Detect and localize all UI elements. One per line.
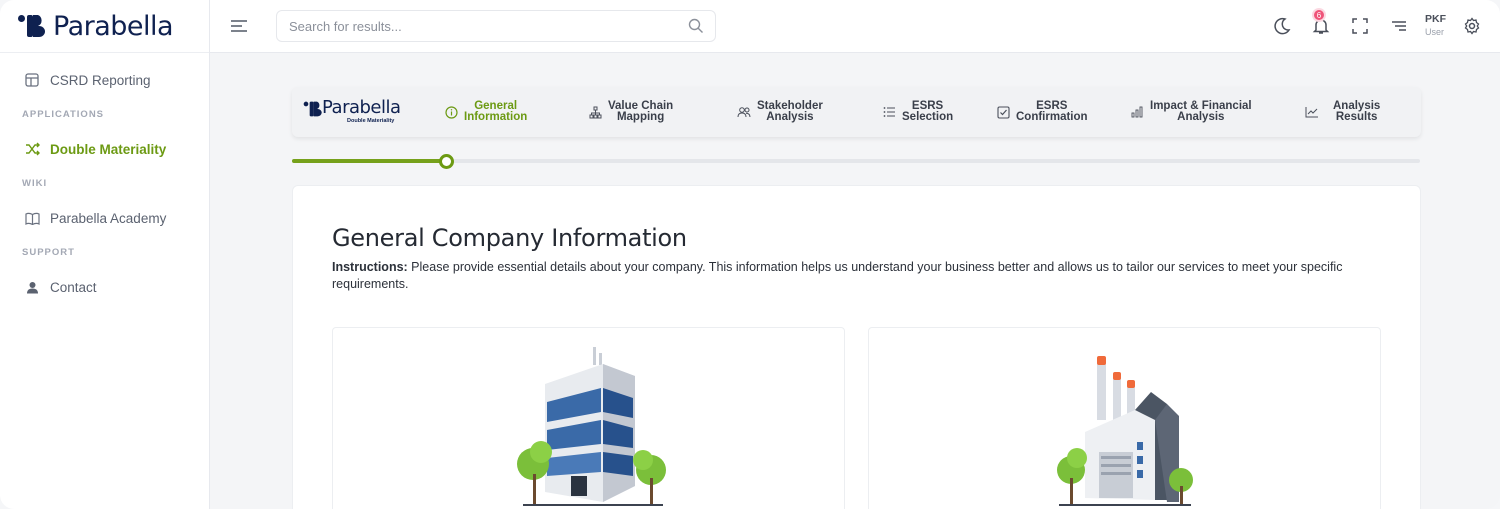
general-info-card: General Company Information Instructions… bbox=[292, 185, 1421, 509]
notification-count-badge: 6 bbox=[1312, 8, 1326, 22]
step-analysis-results[interactable]: Analysis Results bbox=[1305, 87, 1380, 137]
sidebar-item-contact[interactable]: Contact bbox=[0, 270, 209, 304]
step-label: Analysis Results bbox=[1333, 100, 1381, 123]
layout-icon bbox=[24, 72, 40, 88]
sidebar-item-label: Double Materiality bbox=[50, 141, 167, 157]
instructions-label: Instructions: bbox=[332, 260, 408, 274]
sidebar-item-parabella-academy[interactable]: Parabella Academy bbox=[0, 201, 209, 235]
sidebar-item-label: Parabella Academy bbox=[50, 210, 167, 226]
parabella-logo-icon bbox=[303, 101, 322, 117]
progress-track bbox=[292, 159, 1420, 163]
settings-gear-icon[interactable] bbox=[1462, 16, 1482, 36]
section-applications: APPLICATIONS bbox=[22, 109, 105, 120]
menu-toggle-icon[interactable] bbox=[230, 16, 248, 36]
parabella-logo-icon bbox=[18, 15, 45, 37]
step-impact-financial-analysis[interactable]: Impact & Financial Analysis bbox=[1130, 87, 1252, 137]
instructions-text: Instructions: Please provide essential d… bbox=[332, 259, 1372, 293]
step-label: Stakeholder Analysis bbox=[757, 100, 823, 123]
search-icon[interactable] bbox=[688, 18, 704, 34]
stepper-brand-name: Parabella bbox=[322, 97, 401, 118]
sidebar-item-label: CSRD Reporting bbox=[50, 72, 151, 88]
checkbox-icon bbox=[996, 105, 1010, 119]
step-label: Value Chain Mapping bbox=[608, 100, 674, 123]
search-input[interactable] bbox=[276, 10, 716, 42]
step-value-chain-mapping[interactable]: Value Chain Mapping bbox=[588, 87, 673, 137]
step-stakeholder-analysis[interactable]: Stakeholder Analysis bbox=[737, 87, 823, 137]
company-type-option-office[interactable] bbox=[332, 327, 845, 509]
progress-knob[interactable] bbox=[439, 154, 454, 169]
factory-icon bbox=[1057, 356, 1193, 506]
step-general-information[interactable]: General Information bbox=[444, 87, 527, 137]
instructions-body: Please provide essential details about y… bbox=[332, 260, 1343, 291]
sidebar-item-label: Contact bbox=[50, 279, 97, 295]
office-building-icon bbox=[517, 347, 666, 506]
filter-list-icon[interactable] bbox=[1389, 16, 1409, 36]
shuffle-icon bbox=[24, 141, 40, 157]
wizard-stepper: Parabella Double Materiality General Inf… bbox=[292, 87, 1421, 137]
progress-fill bbox=[292, 159, 448, 163]
brand-name: Parabella bbox=[53, 10, 174, 42]
stepper-brand-logo: Parabella Double Materiality bbox=[303, 97, 408, 126]
section-wiki: WIKI bbox=[22, 178, 48, 189]
app-window: Parabella CSRD Reporting APPLICATIONS Do… bbox=[0, 0, 1500, 509]
fullscreen-icon[interactable] bbox=[1350, 16, 1370, 36]
dark-mode-moon-icon[interactable] bbox=[1272, 16, 1292, 36]
brand-logo[interactable]: Parabella bbox=[0, 0, 209, 53]
step-label: ESRS Selection bbox=[902, 100, 954, 123]
user-icon bbox=[24, 279, 40, 295]
step-label: ESRS Confirmation bbox=[1016, 100, 1088, 123]
sidebar-item-csrd-reporting[interactable]: CSRD Reporting bbox=[0, 63, 209, 97]
stepper-brand-subtitle: Double Materiality bbox=[347, 118, 395, 124]
list-icon bbox=[882, 105, 896, 119]
sidebar: Parabella CSRD Reporting APPLICATIONS Do… bbox=[0, 0, 210, 509]
book-icon bbox=[24, 210, 40, 226]
info-icon bbox=[444, 105, 458, 119]
people-icon bbox=[737, 105, 751, 119]
step-label: General Information bbox=[464, 100, 528, 123]
step-label: Impact & Financial Analysis bbox=[1150, 100, 1252, 123]
section-support: SUPPORT bbox=[22, 247, 75, 258]
step-esrs-confirmation[interactable]: ESRS Confirmation bbox=[996, 87, 1088, 137]
company-type-option-factory[interactable] bbox=[868, 327, 1381, 509]
hierarchy-icon bbox=[588, 105, 602, 119]
step-esrs-selection[interactable]: ESRS Selection bbox=[882, 87, 953, 137]
line-chart-icon bbox=[1305, 105, 1319, 119]
page-title: General Company Information bbox=[332, 224, 687, 252]
top-header: 6 PKF User bbox=[210, 0, 1500, 53]
bar-chart-icon bbox=[1130, 105, 1144, 119]
user-name[interactable]: PKF bbox=[1425, 13, 1446, 25]
user-role: User bbox=[1425, 27, 1445, 37]
sidebar-item-double-materiality[interactable]: Double Materiality bbox=[0, 132, 209, 166]
